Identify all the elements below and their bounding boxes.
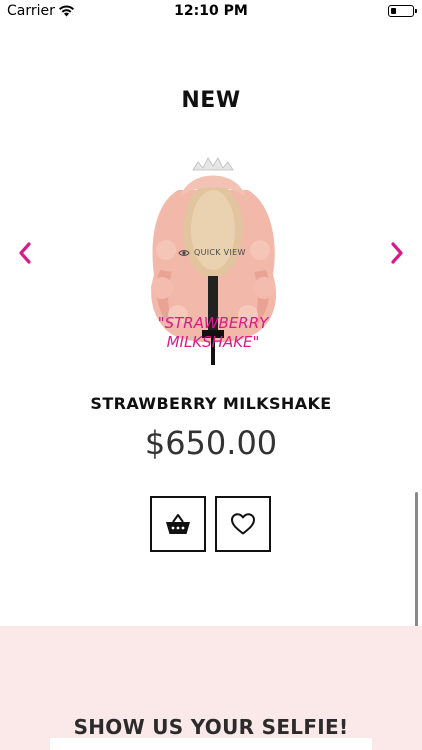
basket-icon (166, 514, 190, 534)
add-to-cart-button[interactable] (150, 496, 206, 552)
section-title: NEW (181, 88, 241, 113)
selfie-card (50, 738, 372, 750)
product-price: $650.00 (144, 424, 278, 462)
status-bar: Carrier 12:10 PM (0, 0, 422, 24)
add-to-wishlist-button[interactable] (215, 496, 271, 552)
carousel-next-button[interactable] (382, 238, 412, 268)
chevron-right-icon (391, 242, 403, 264)
product-image[interactable]: "STRAWBERRY MILKSHAKE" (138, 150, 288, 365)
selfie-title: SHOW US YOUR SELFIE! (73, 715, 349, 739)
quick-view-label: QUICK VIEW (194, 248, 246, 257)
product-image-text-line2: MILKSHAKE" (167, 333, 260, 351)
battery-fill (390, 7, 396, 14)
battery-icon (388, 5, 417, 17)
quick-view-button[interactable]: QUICK VIEW (178, 248, 246, 257)
status-time: 12:10 PM (174, 3, 248, 19)
chevron-left-icon (19, 242, 31, 264)
heart-icon (231, 513, 255, 535)
product-name[interactable]: STRAWBERRY MILKSHAKE (0, 394, 422, 413)
selfie-section: SHOW US YOUR SELFIE! (0, 626, 422, 750)
carousel-prev-button[interactable] (10, 238, 40, 268)
eye-icon (178, 249, 190, 256)
product-image-text-line1: "STRAWBERRY (158, 314, 270, 332)
